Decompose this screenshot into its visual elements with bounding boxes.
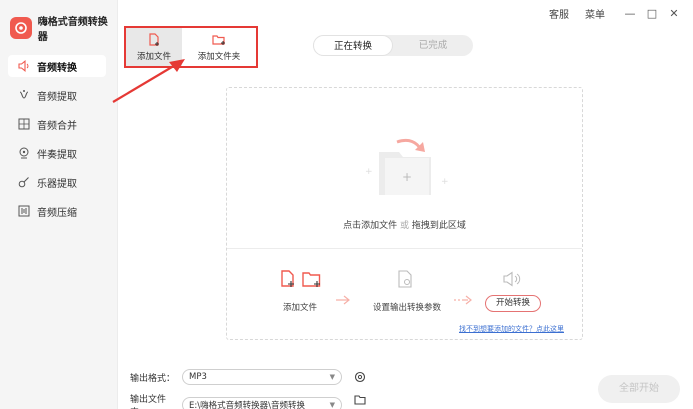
step-arrow-1-icon (336, 295, 350, 305)
title-bar: 客服 菜单 — □ ✕ (549, 0, 693, 26)
start-convert-button[interactable]: 开始转换 (485, 295, 541, 312)
output-folder-select[interactable]: E:\嗨格式音频转换器\音频转换 ▼ (182, 397, 342, 409)
sidebar-item-audio-merge[interactable]: 音频合并 (8, 113, 106, 135)
guitar-icon (17, 175, 31, 189)
step-settings-label: 设置输出转换参数 (373, 303, 442, 313)
start-all-button[interactable]: 全部开始 (598, 375, 680, 403)
minimize-button[interactable]: — (619, 7, 641, 20)
customer-service-link[interactable]: 客服 (549, 6, 569, 21)
tab-converting[interactable]: 正在转换 (313, 35, 393, 56)
folder-drop-icon: + + + (365, 138, 449, 195)
add-file-icon (149, 32, 159, 46)
drop-zone[interactable]: + + + 点击添加文件 或 拖拽到此区域 添加文件 设置输出转换参数 开始转换… (226, 87, 583, 340)
add-folder-icon (212, 34, 225, 45)
menu-link[interactable]: 菜单 (585, 6, 605, 21)
settings-file-icon (398, 270, 412, 288)
add-folder-label: 添加文件夹 (197, 51, 241, 62)
sidebar-item-instrument[interactable]: 乐器提取 (8, 171, 106, 193)
drop-hint: 点击添加文件 或 拖拽到此区域 (227, 218, 582, 231)
output-format-label: 输出格式： (130, 373, 176, 384)
sidebar-item-audio-extract[interactable]: 音频提取 (8, 84, 106, 106)
sidebar-item-accompaniment[interactable]: 伴奏提取 (8, 142, 106, 164)
folder-icon[interactable] (354, 394, 366, 405)
step-add-file-icon (281, 270, 321, 287)
speaker-icon (17, 59, 31, 73)
step-arrow-2-icon (454, 295, 472, 305)
output-format-select[interactable]: MP3 ▼ (182, 369, 342, 385)
hint-drag: 拖拽到此区域 (411, 221, 466, 231)
app-logo-icon (10, 17, 32, 39)
accompaniment-icon (17, 146, 31, 160)
sidebar-item-label: 音频压缩 (37, 207, 77, 219)
hint-or: 或 (399, 221, 409, 231)
sidebar-item-label: 音频转换 (37, 62, 77, 74)
sidebar-item-label: 乐器提取 (37, 178, 77, 190)
sidebar: 嗨格式音频转换器 音频转换 音频提取 音频合并 伴奏提取 乐器提取 音频压缩 (0, 0, 118, 409)
app-title: 嗨格式音频转换器 (37, 17, 108, 43)
output-format-row: 输出格式： MP3 ▼ (130, 369, 342, 385)
output-folder-label: 输出文件夹： (130, 395, 167, 409)
merge-icon (17, 117, 31, 131)
output-folder-row: 输出文件夹： E:\嗨格式音频转换器\音频转换 ▼ (130, 392, 342, 409)
sidebar-nav: 音频转换 音频提取 音频合并 伴奏提取 乐器提取 音频压缩 (0, 55, 118, 229)
sidebar-item-audio-convert[interactable]: 音频转换 (8, 55, 106, 77)
output-format-value: MP3 (189, 372, 207, 382)
svg-text:+: + (365, 167, 373, 177)
help-link[interactable]: 找不到想要添加的文件？点此这里 (459, 324, 564, 334)
output-folder-value: E:\嗨格式音频转换器\音频转换 (189, 401, 305, 409)
sidebar-item-label: 音频提取 (37, 91, 77, 103)
sidebar-item-compress[interactable]: 音频压缩 (8, 200, 106, 222)
step-add-file-label: 添加文件 (283, 303, 318, 313)
sidebar-item-label: 音频合并 (37, 120, 77, 132)
hint-click: 点击添加文件 (343, 221, 398, 231)
chevron-down-icon: ▼ (329, 373, 335, 381)
chevron-down-icon: ▼ (329, 401, 335, 409)
extract-icon (17, 88, 31, 102)
gear-icon[interactable] (354, 371, 366, 383)
svg-text:+: + (402, 170, 412, 184)
tab-completed[interactable]: 已完成 (393, 35, 473, 56)
sidebar-item-label: 伴奏提取 (37, 149, 77, 161)
status-tabs: 正在转换 已完成 (313, 35, 473, 56)
drop-divider (227, 248, 582, 249)
maximize-button[interactable]: □ (641, 7, 663, 20)
convert-speaker-icon (503, 271, 521, 287)
close-button[interactable]: ✕ (663, 7, 685, 20)
compress-icon (17, 204, 31, 218)
annotation-arrow (112, 59, 185, 103)
app-header: 嗨格式音频转换器 (10, 13, 117, 43)
svg-text:+: + (441, 177, 449, 187)
